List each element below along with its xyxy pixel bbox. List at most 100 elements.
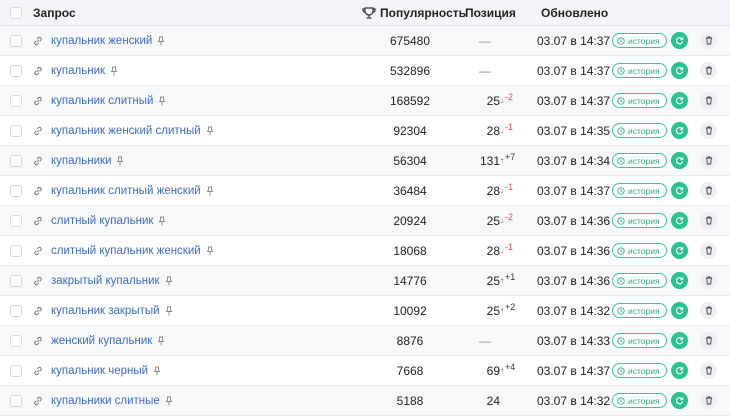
row-checkbox[interactable] bbox=[10, 86, 22, 115]
link-icon[interactable] bbox=[33, 336, 43, 346]
row-checkbox[interactable] bbox=[10, 236, 22, 265]
query-link[interactable]: купальник женский bbox=[51, 35, 152, 47]
pin-icon[interactable] bbox=[206, 246, 213, 256]
updated-value: 03.07 в 14:37 bbox=[537, 63, 611, 78]
row-checkbox[interactable] bbox=[10, 296, 22, 325]
delete-button[interactable] bbox=[700, 92, 717, 109]
link-icon[interactable] bbox=[33, 66, 43, 76]
refresh-button[interactable] bbox=[671, 272, 688, 289]
history-button[interactable]: история bbox=[612, 393, 667, 408]
row-checkbox[interactable] bbox=[10, 176, 22, 205]
pin-icon[interactable] bbox=[117, 156, 124, 166]
select-all-checkbox[interactable] bbox=[10, 0, 22, 25]
pin-icon[interactable] bbox=[165, 396, 172, 406]
history-cell: история bbox=[612, 206, 667, 235]
row-checkbox[interactable] bbox=[10, 386, 22, 415]
refresh-button[interactable] bbox=[671, 32, 688, 49]
query-link[interactable]: купальник слитный женский bbox=[51, 185, 201, 197]
pin-icon[interactable] bbox=[158, 336, 165, 346]
link-icon[interactable] bbox=[33, 366, 43, 376]
history-button[interactable]: история bbox=[612, 333, 667, 348]
link-icon[interactable] bbox=[33, 36, 43, 46]
query-link[interactable]: купальник bbox=[51, 65, 105, 77]
pin-icon[interactable] bbox=[206, 126, 213, 136]
history-button[interactable]: история bbox=[612, 63, 667, 78]
history-button[interactable]: история bbox=[612, 123, 667, 138]
history-button[interactable]: история bbox=[612, 273, 667, 288]
query-link[interactable]: купальник закрытый bbox=[51, 305, 160, 317]
refresh-button[interactable] bbox=[671, 392, 688, 409]
history-button[interactable]: история bbox=[612, 363, 667, 378]
header-position[interactable]: Позиция bbox=[465, 0, 516, 25]
history-button[interactable]: история bbox=[612, 183, 667, 198]
history-button[interactable]: история bbox=[612, 33, 667, 48]
query-link[interactable]: купальник слитный bbox=[51, 95, 153, 107]
delete-button[interactable] bbox=[700, 152, 717, 169]
pin-icon[interactable] bbox=[159, 96, 166, 106]
pin-icon[interactable] bbox=[159, 216, 166, 226]
pin-icon[interactable] bbox=[154, 366, 161, 376]
delete-button[interactable] bbox=[700, 362, 717, 379]
delete-button[interactable] bbox=[700, 32, 717, 49]
query-link[interactable]: женский купальник bbox=[51, 335, 152, 347]
query-link[interactable]: купальник женский слитный bbox=[51, 125, 201, 137]
history-button[interactable]: история bbox=[612, 153, 667, 168]
query-link[interactable]: закрытый купальник bbox=[51, 275, 160, 287]
link-icon[interactable] bbox=[33, 396, 43, 406]
delete-button[interactable] bbox=[700, 242, 717, 259]
row-checkbox[interactable] bbox=[10, 56, 22, 85]
query-link[interactable]: купальники bbox=[51, 155, 111, 167]
header-popularity[interactable]: Популярность ↓ bbox=[362, 0, 477, 25]
history-button[interactable]: история bbox=[612, 93, 667, 108]
refresh-button[interactable] bbox=[671, 362, 688, 379]
row-checkbox[interactable] bbox=[10, 26, 22, 55]
header-query[interactable]: Запрос bbox=[33, 0, 76, 25]
delete-button[interactable] bbox=[700, 62, 717, 79]
pin-icon[interactable] bbox=[165, 276, 172, 286]
link-icon[interactable] bbox=[33, 156, 43, 166]
history-button[interactable]: история bbox=[612, 243, 667, 258]
query-cell: купальник bbox=[33, 56, 118, 85]
header-updated[interactable]: Обновлено bbox=[541, 0, 608, 25]
link-icon[interactable] bbox=[33, 126, 43, 136]
link-icon[interactable] bbox=[33, 246, 43, 256]
refresh-button[interactable] bbox=[671, 182, 688, 199]
link-icon[interactable] bbox=[33, 306, 43, 316]
link-icon[interactable] bbox=[33, 216, 43, 226]
refresh-button[interactable] bbox=[671, 212, 688, 229]
delete-button[interactable] bbox=[700, 302, 717, 319]
pin-icon[interactable] bbox=[206, 186, 213, 196]
delete-button[interactable] bbox=[700, 122, 717, 139]
link-icon[interactable] bbox=[33, 186, 43, 196]
query-link[interactable]: слитный купальник женский bbox=[51, 245, 201, 257]
delete-button[interactable] bbox=[700, 272, 717, 289]
refresh-cell bbox=[671, 26, 688, 55]
refresh-button[interactable] bbox=[671, 302, 688, 319]
delete-button[interactable] bbox=[700, 182, 717, 199]
link-icon[interactable] bbox=[33, 96, 43, 106]
link-icon[interactable] bbox=[33, 276, 43, 286]
refresh-button[interactable] bbox=[671, 152, 688, 169]
row-checkbox[interactable] bbox=[10, 326, 22, 355]
row-checkbox[interactable] bbox=[10, 266, 22, 295]
delete-button[interactable] bbox=[700, 332, 717, 349]
row-checkbox[interactable] bbox=[10, 356, 22, 385]
refresh-button[interactable] bbox=[671, 92, 688, 109]
history-button[interactable]: история bbox=[612, 213, 667, 228]
refresh-button[interactable] bbox=[671, 332, 688, 349]
history-button[interactable]: история bbox=[612, 303, 667, 318]
delete-button[interactable] bbox=[700, 212, 717, 229]
row-checkbox[interactable] bbox=[10, 116, 22, 145]
refresh-button[interactable] bbox=[671, 122, 688, 139]
delete-button[interactable] bbox=[700, 392, 717, 409]
refresh-button[interactable] bbox=[671, 242, 688, 259]
query-link[interactable]: купальник черный bbox=[51, 365, 148, 377]
pin-icon[interactable] bbox=[111, 66, 118, 76]
pin-icon[interactable] bbox=[165, 306, 172, 316]
query-link[interactable]: слитный купальник bbox=[51, 215, 153, 227]
query-link[interactable]: купальники слитные bbox=[51, 395, 160, 407]
row-checkbox[interactable] bbox=[10, 146, 22, 175]
row-checkbox[interactable] bbox=[10, 206, 22, 235]
refresh-button[interactable] bbox=[671, 62, 688, 79]
pin-icon[interactable] bbox=[158, 36, 165, 46]
